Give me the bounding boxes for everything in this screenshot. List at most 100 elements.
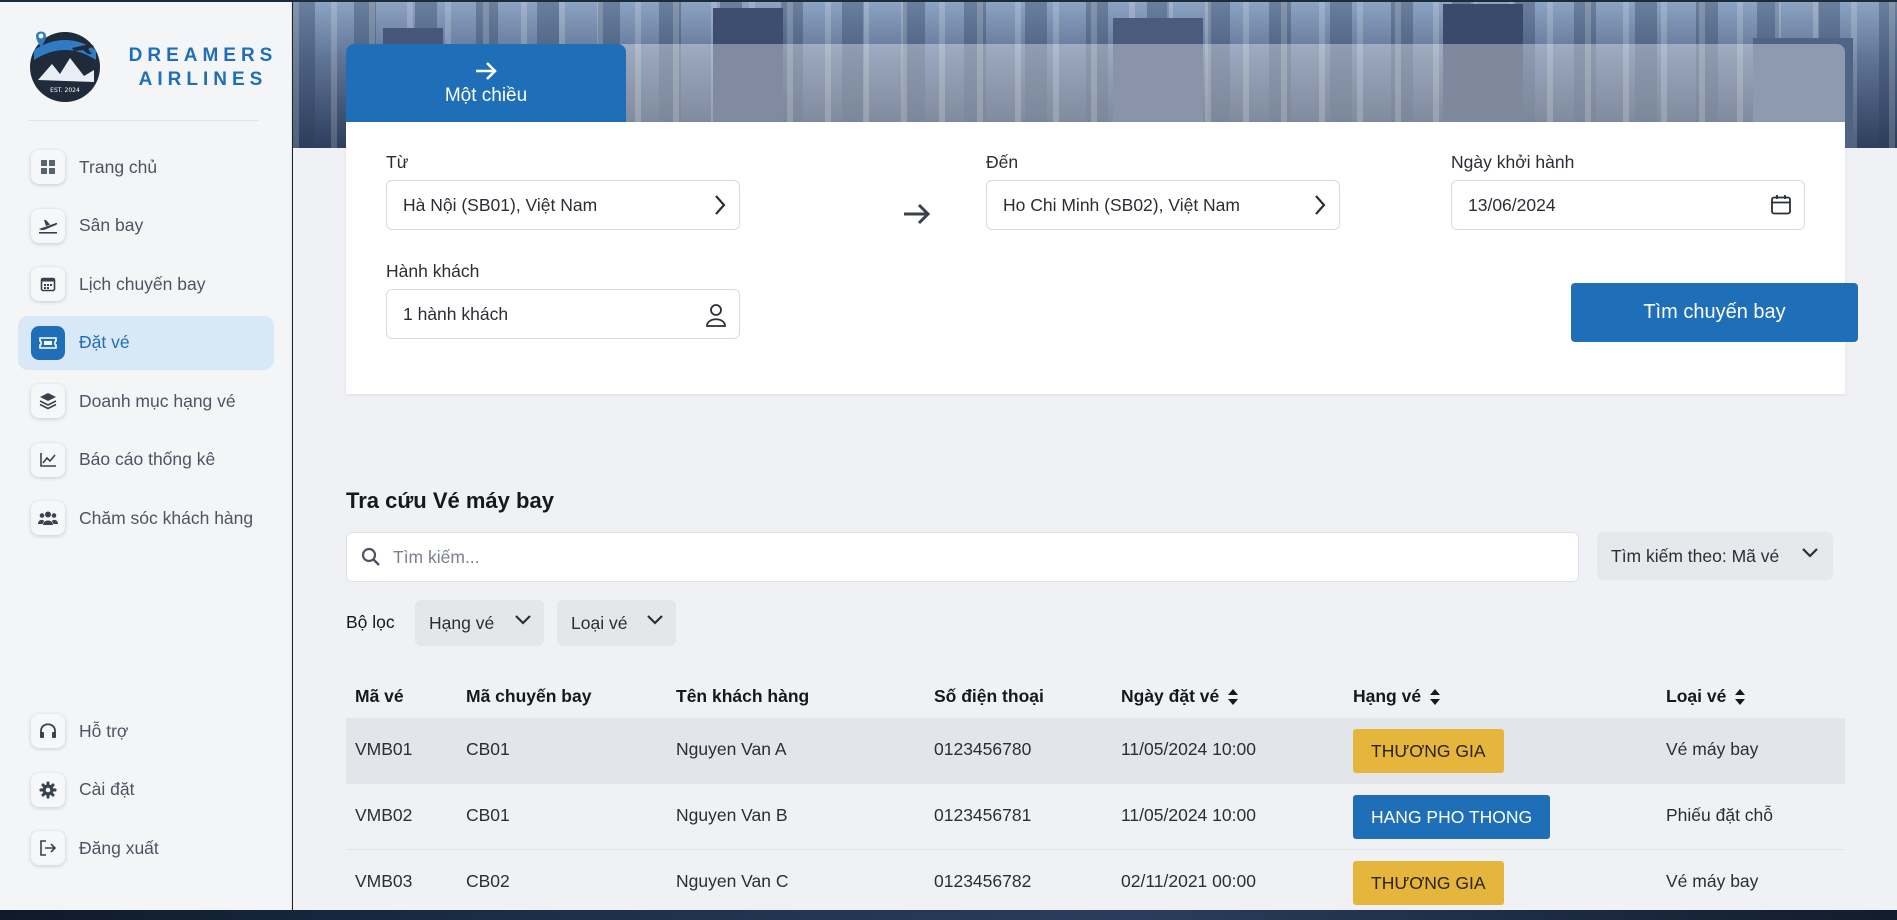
- lookup-title: Tra cứu Vé máy bay: [346, 488, 554, 513]
- windows-grid-icon: [31, 150, 65, 184]
- search-input[interactable]: [393, 546, 1543, 568]
- sidebar-item-settings[interactable]: Cài đặt: [18, 763, 274, 817]
- user-icon: [706, 304, 726, 327]
- class-badge: THƯƠNG GIA: [1353, 861, 1504, 905]
- departure-date-field[interactable]: 13/06/2024: [1451, 180, 1805, 230]
- brand-logo[interactable]: EST. 2024 DREAMERS AIRLINES: [28, 30, 272, 106]
- sidebar-item-label: Doanh mục hạng vé: [79, 390, 236, 411]
- calendar-icon[interactable]: [1770, 194, 1792, 216]
- tab-label: Một chiều: [444, 84, 528, 106]
- search-by-dropdown[interactable]: Tìm kiếm theo: Mã vé: [1597, 532, 1833, 580]
- chevron-down-icon: [515, 615, 531, 625]
- users-icon: [31, 501, 65, 535]
- filter-class-label: Hạng vé: [429, 612, 495, 633]
- cell-booking-date: 02/11/2021 00:00: [1121, 871, 1256, 891]
- svg-text:EST. 2024: EST. 2024: [50, 87, 80, 94]
- class-badge: HANG PHO THONG: [1353, 795, 1551, 839]
- cell-customer: Nguyen Van A: [676, 739, 787, 759]
- sidebar-item-flight-schedule[interactable]: Lịch chuyến bay: [18, 257, 274, 311]
- layers-icon: [31, 384, 65, 418]
- cell-ticket-id: VMB02: [355, 805, 413, 825]
- cell-flight-id: CB01: [466, 739, 510, 759]
- column-header-customer[interactable]: Tên khách hàng: [676, 686, 809, 707]
- sidebar: EST. 2024 DREAMERS AIRLINES Trang chủ Sâ…: [0, 2, 292, 910]
- search-icon: [361, 547, 380, 566]
- secondary-nav: Hỗ trợ Cài đặt Đăng xuất: [18, 704, 274, 880]
- calendar-icon: [31, 267, 65, 301]
- background-strip: [0, 910, 1897, 920]
- table-row[interactable]: VMB03 CB02 Nguyen Van C 0123456782 02/11…: [346, 850, 1845, 916]
- column-header-ticket-id[interactable]: Mã vé: [355, 686, 404, 707]
- cell-flight-id: CB02: [466, 871, 510, 891]
- chevron-right-icon: [1315, 195, 1326, 215]
- cell-phone: 0123456782: [934, 871, 1032, 891]
- table-header: Mã vé Mã chuyến bay Tên khách hàng Số đi…: [346, 674, 1845, 718]
- main-content: Một chiều Từ Hà Nội (SB01), Việt Nam Đến…: [293, 2, 1897, 916]
- ticket-icon: [31, 325, 65, 360]
- sort-icon[interactable]: [1227, 688, 1239, 706]
- brand-line-2: AIRLINES: [138, 69, 268, 90]
- sidebar-item-label: Báo cáo thống kê: [79, 449, 216, 469]
- sidebar-item-label: Đăng xuất: [79, 837, 159, 858]
- chevron-right-icon: [715, 195, 726, 215]
- headphones-icon: [31, 714, 65, 748]
- cell-phone: 0123456780: [934, 739, 1032, 759]
- cell-ticket-id: VMB01: [355, 739, 413, 759]
- to-value: Ho Chi Minh (SB02), Việt Nam: [1003, 194, 1240, 215]
- sidebar-item-label: Đặt vé: [79, 332, 130, 352]
- filter-label: Bộ lọc: [346, 612, 395, 632]
- sidebar-item-ticket-classes[interactable]: Doanh mục hạng vé: [18, 374, 274, 428]
- cell-ticket-id: VMB03: [355, 871, 413, 891]
- divider: [28, 120, 258, 121]
- gear-icon: [31, 772, 65, 807]
- sidebar-item-reports[interactable]: Báo cáo thống kê: [18, 433, 274, 487]
- search-by-value: Tìm kiếm theo: Mã vé: [1611, 545, 1780, 566]
- sort-icon[interactable]: [1734, 688, 1746, 706]
- passenger-value: 1 hành khách: [403, 303, 509, 324]
- logo-globe-icon: EST. 2024: [30, 31, 100, 102]
- tab-one-way[interactable]: Một chiều: [346, 44, 626, 123]
- airplane-takeoff-icon: [31, 208, 65, 243]
- sidebar-item-label: Lịch chuyến bay: [79, 273, 206, 294]
- passenger-label: Hành khách: [386, 261, 480, 281]
- column-header-phone[interactable]: Số điện thoại: [934, 686, 1044, 707]
- arrow-right-icon: [904, 203, 931, 225]
- cell-booking-date: 11/05/2024 10:00: [1121, 805, 1256, 825]
- to-field[interactable]: Ho Chi Minh (SB02), Việt Nam: [986, 180, 1340, 230]
- class-badge: THƯƠNG GIA: [1353, 729, 1504, 773]
- passenger-field[interactable]: 1 hành khách: [386, 289, 740, 339]
- logout-icon: [31, 831, 65, 865]
- main-nav: Trang chủ Sân bay Lịch chuyến bay Đặt vé…: [18, 140, 274, 550]
- cell-flight-id: CB01: [466, 805, 510, 825]
- from-label: Từ: [386, 152, 409, 172]
- sort-icon[interactable]: [1429, 688, 1441, 706]
- sidebar-item-label: Trang chủ: [79, 156, 158, 177]
- column-header-flight-id[interactable]: Mã chuyến bay: [466, 686, 591, 707]
- sidebar-item-support[interactable]: Hỗ trợ: [18, 704, 274, 758]
- line-chart-icon: [31, 442, 65, 477]
- column-header-ticket-type[interactable]: Loại vé: [1666, 686, 1746, 707]
- to-label: Đến: [986, 152, 1019, 172]
- chevron-down-icon: [1802, 548, 1818, 558]
- filter-ticket-type-dropdown[interactable]: Loại vé: [557, 600, 676, 646]
- ticket-search-box[interactable]: [346, 532, 1579, 582]
- from-field[interactable]: Hà Nội (SB01), Việt Nam: [386, 180, 740, 230]
- filter-ticket-class-dropdown[interactable]: Hạng vé: [415, 600, 544, 646]
- brand-name: DREAMERS AIRLINES: [118, 44, 288, 92]
- sidebar-item-booking[interactable]: Đặt vé: [18, 315, 274, 370]
- search-flights-button[interactable]: Tìm chuyến bay: [1571, 283, 1858, 342]
- table-row[interactable]: VMB01 CB01 Nguyen Van A 0123456780 11/05…: [346, 718, 1845, 784]
- chevron-down-icon: [647, 615, 663, 625]
- booking-form: Từ Hà Nội (SB01), Việt Nam Đến Ho Chi Mi…: [346, 122, 1858, 394]
- cell-customer: Nguyen Van B: [676, 805, 788, 825]
- cell-phone: 0123456781: [934, 805, 1032, 825]
- sidebar-item-label: Chăm sóc khách hàng: [79, 507, 254, 528]
- sidebar-item-home[interactable]: Trang chủ: [18, 140, 274, 194]
- sidebar-item-airports[interactable]: Sân bay: [18, 199, 274, 253]
- sidebar-item-logout[interactable]: Đăng xuất: [18, 821, 274, 875]
- tickets-table: Mã vé Mã chuyến bay Tên khách hàng Số đi…: [346, 674, 1845, 916]
- column-header-booking-date[interactable]: Ngày đặt vé: [1121, 686, 1239, 707]
- column-header-ticket-class[interactable]: Hạng vé: [1353, 686, 1441, 707]
- table-row[interactable]: VMB02 CB01 Nguyen Van B 0123456781 11/05…: [346, 784, 1845, 850]
- sidebar-item-customer-care[interactable]: Chăm sóc khách hàng: [18, 491, 274, 545]
